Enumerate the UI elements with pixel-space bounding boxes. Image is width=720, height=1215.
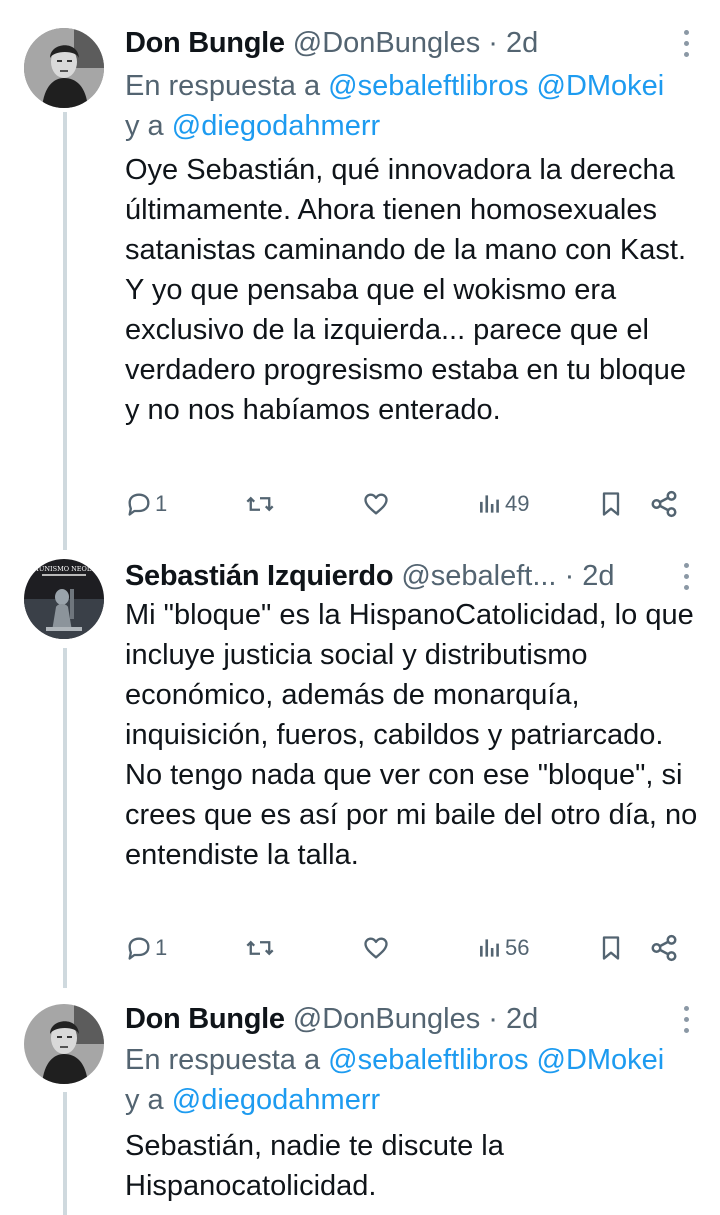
retweet-icon xyxy=(246,496,274,512)
reply-count: 1 xyxy=(155,491,168,516)
tweet[interactable]: Don Bungle @DonBungles · 2d En respuesta… xyxy=(0,20,720,540)
tweet-header: Sebastián Izquierdo @sebaleft... · 2d xyxy=(125,553,690,599)
retweet-icon xyxy=(246,940,274,956)
author-handle[interactable]: @DonBungles xyxy=(293,27,480,59)
reply-button[interactable]: 1 xyxy=(125,928,167,968)
more-options-icon[interactable] xyxy=(682,563,690,593)
tweet-paragraph: Oye Sebastián, qué innovadora la derecha… xyxy=(125,154,687,426)
like-icon xyxy=(364,937,388,959)
share-button[interactable] xyxy=(649,484,679,524)
more-options-icon[interactable] xyxy=(682,1006,690,1036)
reply-icon xyxy=(128,493,150,516)
views-button[interactable]: 56 xyxy=(477,928,529,968)
mention-link[interactable]: @diegodahmerr xyxy=(172,110,380,142)
reply-prefix: En respuesta a xyxy=(125,1044,321,1076)
reply-prefix: En respuesta a xyxy=(125,70,321,102)
reply-icon xyxy=(128,937,150,960)
more-options-icon[interactable] xyxy=(682,30,690,60)
author-handle[interactable]: @DonBungles xyxy=(293,1003,480,1035)
separator: · xyxy=(564,560,575,592)
tweet-text: Oye Sebastián, qué innovadora la derecha… xyxy=(125,150,700,430)
like-icon xyxy=(364,493,388,515)
mention-link[interactable]: @sebaleftlibros xyxy=(328,1044,528,1076)
mention-link[interactable]: @diegodahmerr xyxy=(172,1084,380,1116)
tweet-text: Mi "bloque" es la HispanoCatolicidad, lo… xyxy=(125,595,700,875)
views-icon xyxy=(480,939,499,957)
bookmark-icon xyxy=(602,492,620,516)
mention-link[interactable]: @sebaleftlibros xyxy=(328,70,528,102)
reply-context: En respuesta a @sebaleftlibros @DMokei y… xyxy=(125,1040,705,1120)
reply-conjunction: y a xyxy=(125,110,164,142)
timestamp[interactable]: 2d xyxy=(582,560,614,592)
bookmark-icon xyxy=(602,936,620,960)
reply-conjunction: y a xyxy=(125,1084,164,1116)
mention-link[interactable]: @DMokei xyxy=(537,70,665,102)
tweet-actions: 1 49 xyxy=(125,484,685,524)
like-button[interactable] xyxy=(361,928,391,968)
retweet-button[interactable] xyxy=(245,928,275,968)
views-button[interactable]: 49 xyxy=(477,484,529,524)
timestamp[interactable]: 2d xyxy=(506,27,538,59)
tweet[interactable]: EL COMUNISMO NEOLIBERAL Sebastián Izquie… xyxy=(0,553,720,983)
tweet-header: Don Bungle @DonBungles · 2d xyxy=(125,20,690,66)
mention-link[interactable]: @DMokei xyxy=(537,1044,665,1076)
bookmark-button[interactable] xyxy=(597,928,625,968)
retweet-button[interactable] xyxy=(245,484,275,524)
share-icon xyxy=(651,934,677,962)
avatar[interactable]: EL COMUNISMO NEOLIBERAL xyxy=(24,559,104,639)
author-name[interactable]: Don Bungle xyxy=(125,27,285,59)
views-count: 49 xyxy=(505,491,530,516)
author-handle[interactable]: @sebaleft... xyxy=(401,560,556,592)
avatar[interactable] xyxy=(24,1004,104,1084)
bookmark-button[interactable] xyxy=(597,484,625,524)
views-icon xyxy=(480,495,499,513)
share-icon xyxy=(651,490,677,518)
reply-context: En respuesta a @sebaleftlibros @DMokei y… xyxy=(125,66,705,146)
tweet-header: Don Bungle @DonBungles · 2d xyxy=(125,996,690,1042)
share-button[interactable] xyxy=(649,928,679,968)
author-name[interactable]: Don Bungle xyxy=(125,1003,285,1035)
tweet-paragraph: Sebastián, nadie te discute la Hispanoca… xyxy=(125,1130,504,1202)
separator: · xyxy=(488,1003,498,1035)
author-name[interactable]: Sebastián Izquierdo xyxy=(125,560,394,592)
like-button[interactable] xyxy=(361,484,391,524)
avatar-book-title: EL COMUNISMO NEOLIBERAL xyxy=(24,565,104,573)
reply-count: 1 xyxy=(155,935,168,960)
tweet[interactable]: Don Bungle @DonBungles · 2d En respuesta… xyxy=(0,996,720,1215)
avatar[interactable] xyxy=(24,28,104,108)
views-count: 56 xyxy=(505,935,530,960)
reply-button[interactable]: 1 xyxy=(125,484,167,524)
tweet-actions: 1 56 xyxy=(125,928,685,968)
separator: · xyxy=(488,27,498,59)
timestamp[interactable]: 2d xyxy=(506,1003,538,1035)
tweet-text: Sebastián, nadie te discute la Hispanoca… xyxy=(125,1126,700,1206)
tweet-paragraph: No tengo nada que ver con ese "bloque", … xyxy=(125,759,698,871)
tweet-paragraph: Mi "bloque" es la HispanoCatolicidad, lo… xyxy=(125,599,694,751)
